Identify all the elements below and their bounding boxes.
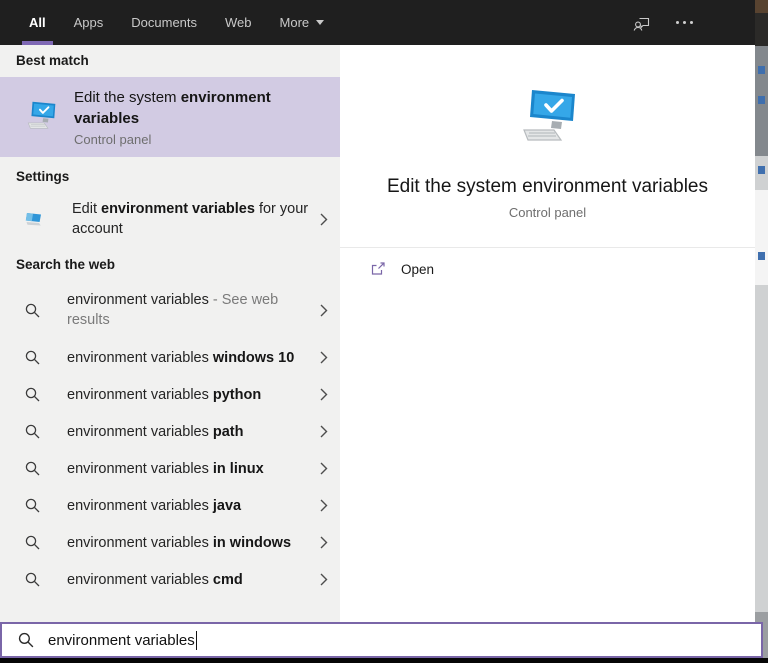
chevron-right-icon[interactable] — [320, 462, 328, 475]
feedback-icon[interactable] — [632, 13, 652, 33]
results-body: Best match Edit the system en — [0, 45, 755, 622]
preview-subtitle: Control panel — [340, 205, 755, 220]
web-suggestion-text: environment variables path — [67, 422, 316, 442]
desktop-icon-fragment — [758, 252, 765, 260]
web-suggestion-text: environment variables in linux — [67, 459, 316, 479]
system-properties-icon — [516, 83, 580, 152]
account-env-vars-icon — [24, 209, 44, 229]
best-match-header: Best match — [0, 45, 340, 77]
web-suggestion-text: environment variables - See web results — [67, 290, 316, 330]
web-suggestion-path[interactable]: environment variables path — [0, 413, 340, 450]
taskbar-edge — [0, 658, 768, 663]
desktop-fragment — [755, 0, 768, 13]
search-icon — [24, 349, 41, 366]
settings-item-env-vars[interactable]: Edit environment variables for your acco… — [0, 193, 340, 245]
web-suggestion-see-results[interactable]: environment variables - See web results — [0, 281, 340, 339]
search-icon — [24, 534, 41, 551]
search-input[interactable]: environment variables — [0, 622, 763, 658]
tab-apps-label: Apps — [74, 15, 104, 30]
search-filter-tabs: All Apps Documents Web More — [0, 0, 755, 45]
topbar-actions — [632, 0, 693, 45]
preview-pane: Edit the system environment variables Co… — [340, 45, 755, 622]
desktop-fragment — [755, 190, 768, 285]
open-label: Open — [401, 262, 434, 277]
tab-more-label: More — [280, 15, 310, 30]
chevron-right-icon[interactable] — [320, 213, 328, 226]
web-suggestion-python[interactable]: environment variables python — [0, 376, 340, 413]
search-icon — [24, 386, 41, 403]
chevron-right-icon[interactable] — [320, 425, 328, 438]
best-match-title: Edit the system environment variables — [74, 87, 306, 129]
chevron-right-icon[interactable] — [320, 573, 328, 586]
more-options-icon[interactable] — [676, 21, 693, 24]
settings-item-text: Edit environment variables for your acco… — [72, 199, 316, 239]
tab-all-label: All — [29, 15, 46, 30]
search-icon — [24, 497, 41, 514]
desktop-icon-fragment — [758, 166, 765, 174]
search-input-value: environment variables — [48, 632, 195, 649]
preview-title: Edit the system environment variables — [340, 176, 755, 198]
chevron-right-icon[interactable] — [320, 499, 328, 512]
windows-search-flyout: All Apps Documents Web More Best match — [0, 0, 768, 663]
desktop-icon-fragment — [758, 96, 765, 104]
best-match-item[interactable]: Edit the system environment variables Co… — [0, 77, 340, 157]
web-suggestion-windows-10[interactable]: environment variables windows 10 — [0, 339, 340, 376]
search-icon — [17, 631, 35, 649]
tab-documents[interactable]: Documents — [122, 0, 206, 45]
text-caret — [196, 631, 197, 650]
best-match-subtitle: Control panel — [74, 132, 306, 147]
tab-web[interactable]: Web — [216, 0, 261, 45]
web-suggestion-text: environment variables cmd — [67, 570, 316, 590]
preview-hero: Edit the system environment variables Co… — [340, 45, 755, 220]
web-suggestion-text: environment variables python — [67, 385, 316, 405]
tab-web-label: Web — [225, 15, 252, 30]
search-icon — [24, 302, 41, 319]
web-suggestion-in-windows[interactable]: environment variables in windows — [0, 524, 340, 561]
web-suggestion-java[interactable]: environment variables java — [0, 487, 340, 524]
tab-more[interactable]: More — [271, 0, 334, 45]
chevron-right-icon[interactable] — [320, 351, 328, 364]
desktop-fragment — [755, 13, 768, 46]
search-results-panel: All Apps Documents Web More Best match — [0, 0, 755, 663]
open-icon — [370, 261, 386, 277]
web-suggestion-text: environment variables java — [67, 496, 316, 516]
system-properties-icon — [24, 98, 58, 137]
chevron-right-icon[interactable] — [320, 536, 328, 549]
settings-header: Settings — [0, 157, 340, 193]
tab-documents-label: Documents — [131, 15, 197, 30]
web-suggestion-text: environment variables in windows — [67, 533, 316, 553]
desktop-icon-fragment — [758, 66, 765, 74]
web-suggestion-text: environment variables windows 10 — [67, 348, 316, 368]
search-web-header: Search the web — [0, 245, 340, 281]
open-action[interactable]: Open — [340, 248, 755, 277]
web-suggestion-cmd[interactable]: environment variables cmd — [0, 561, 340, 598]
chevron-down-icon — [316, 20, 324, 25]
search-icon — [24, 571, 41, 588]
tab-apps[interactable]: Apps — [65, 0, 113, 45]
tab-all[interactable]: All — [20, 0, 55, 45]
desktop-behind-strip — [755, 0, 768, 663]
web-suggestion-in-linux[interactable]: environment variables in linux — [0, 450, 340, 487]
chevron-right-icon[interactable] — [320, 304, 328, 317]
search-icon — [24, 423, 41, 440]
results-list: Best match Edit the system en — [0, 45, 340, 622]
best-match-text: Edit the system environment variables Co… — [74, 87, 306, 147]
chevron-right-icon[interactable] — [320, 388, 328, 401]
search-icon — [24, 460, 41, 477]
